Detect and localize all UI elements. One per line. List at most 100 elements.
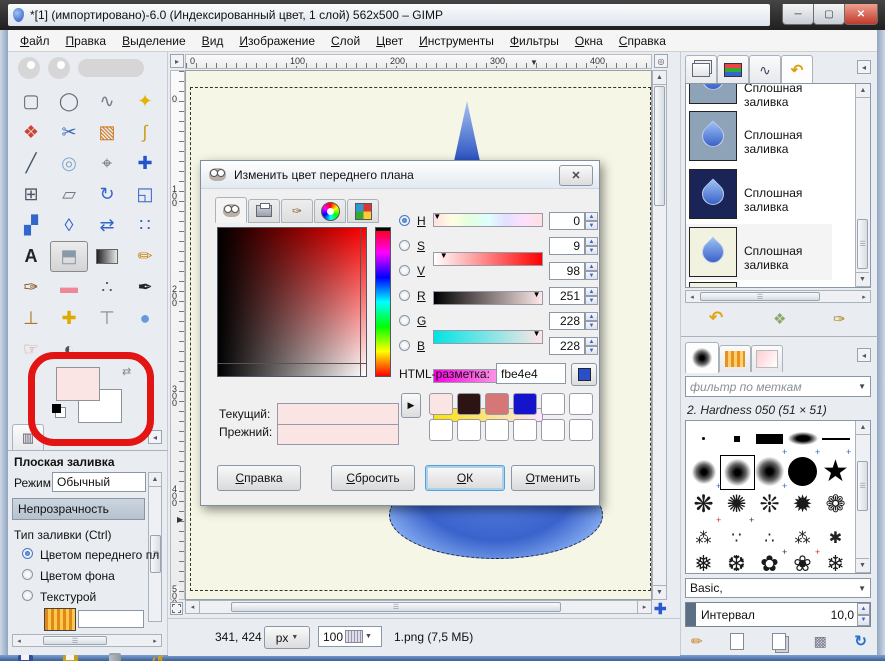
- image-menu-icon[interactable]: ▸: [170, 54, 184, 68]
- h-value[interactable]: 0: [549, 212, 585, 230]
- html-notation-input[interactable]: fbe4e4: [496, 363, 566, 384]
- tool-color-picker[interactable]: ╱: [12, 148, 50, 179]
- brush-item[interactable]: ❀: [786, 554, 819, 574]
- tool-zoom[interactable]: ◎: [50, 148, 88, 179]
- brush-item[interactable]: ★: [819, 455, 852, 488]
- tab-cmyk-selector[interactable]: [248, 199, 280, 223]
- radio-h[interactable]: [399, 215, 410, 226]
- minimize-button[interactable]: ─: [782, 4, 814, 25]
- dialog-close-button[interactable]: ✕: [559, 165, 593, 186]
- title-bar[interactable]: *[1] (импортировано)-6.0 (Индексированны…: [8, 4, 770, 26]
- menu-tools[interactable]: Инструменты: [411, 32, 502, 50]
- tool-shear[interactable]: ▞: [12, 210, 50, 241]
- scroll-down-icon[interactable]: ▼: [856, 272, 869, 286]
- brush-item[interactable]: ❆: [720, 554, 753, 574]
- radio-v[interactable]: [399, 265, 410, 276]
- scroll-down-icon[interactable]: ▼: [856, 558, 869, 572]
- history-swatch[interactable]: [513, 393, 537, 415]
- r-spinner[interactable]: ▲▼: [585, 287, 598, 305]
- brush-item[interactable]: [786, 455, 819, 488]
- history-swatch[interactable]: [429, 419, 453, 441]
- undo-vscrollbar[interactable]: ▲ ☰ ▼: [855, 84, 870, 287]
- scrollbar-thumb[interactable]: ☰: [231, 602, 561, 612]
- pan-view-icon[interactable]: ✚: [654, 600, 667, 618]
- menu-select[interactable]: Выделение: [114, 32, 194, 50]
- scrollbar-thumb[interactable]: ☰: [700, 292, 820, 301]
- radio-fg-fill[interactable]: [22, 548, 33, 559]
- g-value[interactable]: 228: [549, 312, 585, 330]
- clear-history-icon[interactable]: ✑: [833, 310, 846, 328]
- menu-help[interactable]: Справка: [611, 32, 674, 50]
- quickmask-toggle-icon[interactable]: [170, 602, 183, 615]
- scrollbar-thumb[interactable]: ☰: [857, 219, 868, 269]
- delete-brush-icon[interactable]: ▩: [814, 633, 827, 650]
- help-button[interactable]: Справка: [217, 465, 301, 491]
- brush-group-select[interactable]: Basic, ▼: [685, 578, 871, 598]
- unit-select[interactable]: px▼: [264, 626, 310, 649]
- canvas-vscrollbar[interactable]: ▲ ▼: [652, 70, 667, 600]
- ok-button[interactable]: ОК: [425, 465, 505, 491]
- tool-options-scrollbar[interactable]: ▲ ☰: [148, 472, 162, 622]
- tool-bucket-fill[interactable]: ⬒: [50, 241, 88, 272]
- tool-heal[interactable]: ✚: [50, 303, 88, 334]
- b-spinner[interactable]: ▲▼: [585, 337, 598, 355]
- pattern-preview[interactable]: [44, 608, 76, 631]
- radio-b[interactable]: [399, 340, 410, 351]
- hue-strip[interactable]: [375, 227, 391, 377]
- tab-undo-history[interactable]: ↶: [781, 55, 813, 84]
- pattern-select[interactable]: [78, 610, 144, 628]
- history-swatch[interactable]: [429, 393, 453, 415]
- maximize-button[interactable]: ▢: [813, 4, 845, 25]
- radio-pattern-fill[interactable]: [22, 590, 33, 601]
- tool-crop[interactable]: ▱: [50, 179, 88, 210]
- new-brush-icon[interactable]: [730, 633, 744, 650]
- tool-foreground-select[interactable]: ▧: [88, 117, 126, 148]
- brush-vscrollbar[interactable]: ▲ ☰ ▼: [855, 421, 870, 573]
- save-options-icon[interactable]: [18, 655, 33, 661]
- brush-item[interactable]: ∵: [720, 521, 753, 554]
- refresh-brushes-icon[interactable]: ↻: [854, 632, 867, 650]
- tool-airbrush[interactable]: ∴: [88, 272, 126, 303]
- v-value[interactable]: 98: [549, 262, 585, 280]
- tool-free-select[interactable]: ∿: [88, 86, 126, 117]
- tool-cage-transform[interactable]: ∷: [126, 210, 164, 241]
- brush-item[interactable]: ✹: [786, 488, 819, 521]
- undo-icon[interactable]: ↶: [709, 308, 723, 328]
- history-swatch[interactable]: [569, 419, 593, 441]
- s-value[interactable]: 9: [549, 237, 585, 255]
- history-swatch[interactable]: [541, 393, 565, 415]
- history-swatch[interactable]: [513, 419, 537, 441]
- canvas-hscrollbar[interactable]: ◂ ☰ ▸: [185, 600, 652, 614]
- tool-paths[interactable]: ∫: [126, 117, 164, 148]
- dock-collapse-icon[interactable]: ◂: [857, 60, 871, 74]
- tool-options-hscrollbar[interactable]: ◂ ☰ ▸: [12, 634, 162, 647]
- tool-blur[interactable]: ●: [126, 303, 164, 334]
- history-swatch[interactable]: [569, 393, 593, 415]
- tool-select-by-color[interactable]: ❖: [12, 117, 50, 148]
- brush-item[interactable]: ⁂: [687, 521, 720, 554]
- r-slider[interactable]: ▼: [433, 330, 543, 344]
- tool-move[interactable]: ✚: [126, 148, 164, 179]
- tab-brushes[interactable]: [685, 342, 719, 373]
- dock-collapse-icon[interactable]: ◂: [857, 348, 871, 362]
- mode-select[interactable]: Обычный: [52, 472, 146, 492]
- tool-scale[interactable]: ◱: [126, 179, 164, 210]
- scroll-right-icon[interactable]: ▸: [149, 635, 161, 646]
- brush-item[interactable]: ✿: [753, 554, 786, 574]
- history-add-button[interactable]: ▶: [401, 393, 421, 418]
- tab-wheel-selector[interactable]: [314, 199, 346, 223]
- brush-item[interactable]: ❄: [819, 554, 852, 574]
- saturation-value-square[interactable]: [217, 227, 367, 377]
- tab-channels[interactable]: [717, 55, 749, 84]
- tool-scissors-select[interactable]: ✂: [50, 117, 88, 148]
- tab-gimp-selector[interactable]: [215, 197, 247, 223]
- brush-item[interactable]: ❊: [753, 488, 786, 521]
- scroll-left-icon[interactable]: ◂: [186, 601, 200, 613]
- tool-rotate[interactable]: ↻: [88, 179, 126, 210]
- tool-ellipse-select[interactable]: ◯: [50, 86, 88, 117]
- tab-palette-selector[interactable]: [347, 199, 379, 223]
- brush-item[interactable]: ❅: [687, 554, 720, 574]
- tab-layers[interactable]: [685, 55, 717, 84]
- edit-brush-icon[interactable]: ✏: [691, 633, 703, 650]
- radio-s[interactable]: [399, 240, 410, 251]
